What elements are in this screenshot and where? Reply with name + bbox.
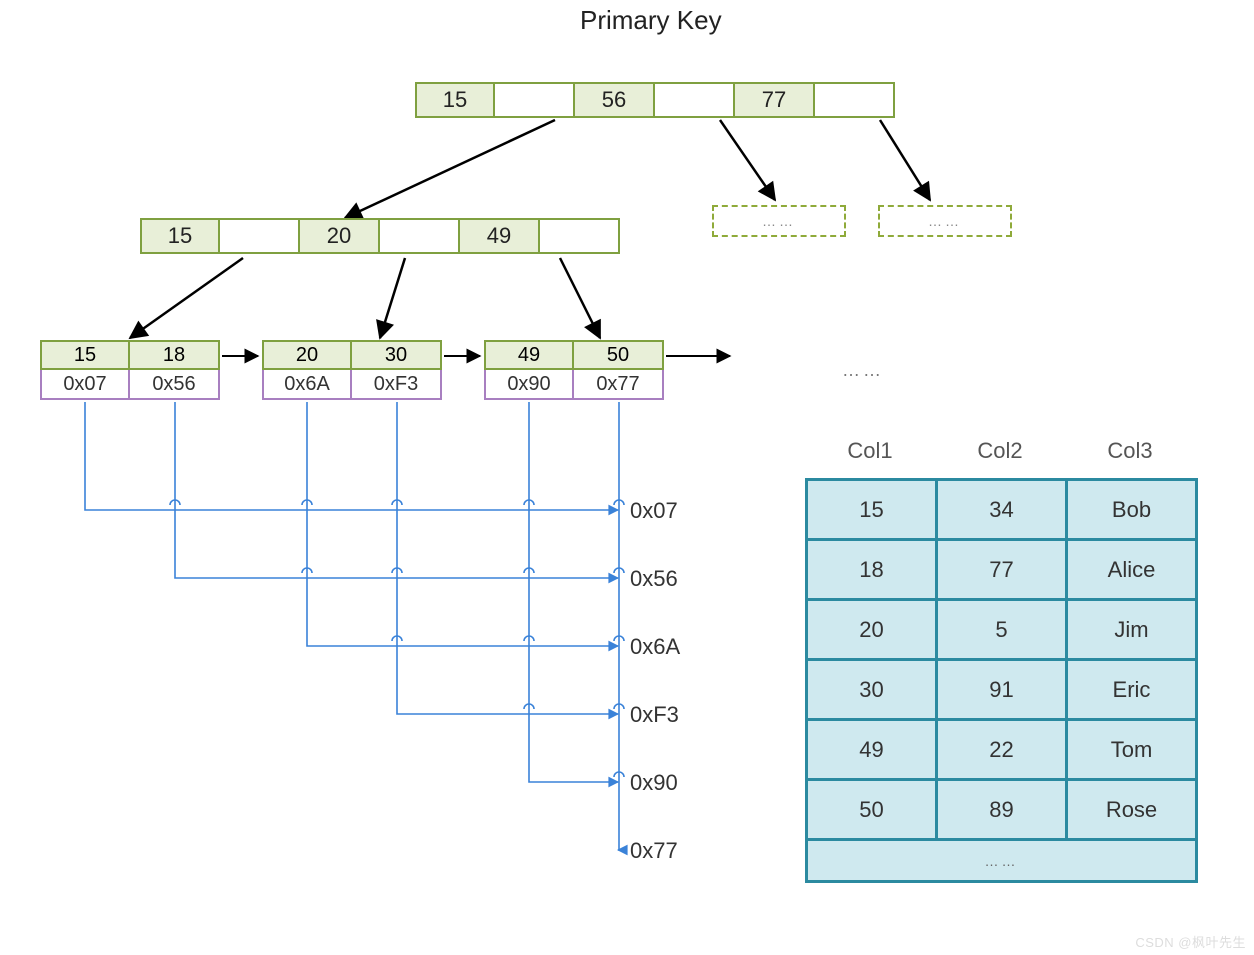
internal-ptr xyxy=(540,218,620,254)
table-cell: Jim xyxy=(1067,600,1197,660)
leaf-ptr: 0x6A xyxy=(262,370,352,400)
table-row: 30 91 Eric xyxy=(807,660,1197,720)
table-cell: 34 xyxy=(937,480,1067,540)
leaf-ptr: 0x77 xyxy=(574,370,664,400)
leaf-key: 30 xyxy=(352,340,442,370)
address-label: 0x90 xyxy=(630,770,678,796)
data-table: 15 34 Bob 18 77 Alice 20 5 Jim 30 91 Eri… xyxy=(805,478,1198,883)
table-cell: 20 xyxy=(807,600,937,660)
table-cell: 30 xyxy=(807,660,937,720)
root-ptr xyxy=(495,82,575,118)
leaf-node: 49 50 0x90 0x77 xyxy=(484,340,664,400)
internal-node: 15 20 49 xyxy=(140,218,620,254)
table-header: Col3 xyxy=(1065,438,1195,464)
table-cell: 15 xyxy=(807,480,937,540)
table-row: 18 77 Alice xyxy=(807,540,1197,600)
diagram-title: Primary Key xyxy=(580,5,722,36)
root-key: 15 xyxy=(415,82,495,118)
address-label: 0x07 xyxy=(630,498,678,524)
table-cell: Bob xyxy=(1067,480,1197,540)
table-row: 50 89 Rose xyxy=(807,780,1197,840)
leaf-key: 49 xyxy=(484,340,574,370)
root-ptr xyxy=(815,82,895,118)
leaf-node: 15 18 0x07 0x56 xyxy=(40,340,220,400)
leaf-ptr: 0x90 xyxy=(484,370,574,400)
watermark: CSDN @枫叶先生 xyxy=(1135,932,1246,951)
table-row: 15 34 Bob xyxy=(807,480,1197,540)
leaf-ptr: 0x07 xyxy=(40,370,130,400)
table-cell: Tom xyxy=(1067,720,1197,780)
internal-ptr xyxy=(220,218,300,254)
root-key: 56 xyxy=(575,82,655,118)
internal-key: 49 xyxy=(460,218,540,254)
internal-ptr xyxy=(380,218,460,254)
table-cell: Eric xyxy=(1067,660,1197,720)
table-cell: 18 xyxy=(807,540,937,600)
leaf-key: 15 xyxy=(40,340,130,370)
table-cell: 22 xyxy=(937,720,1067,780)
internal-key: 20 xyxy=(300,218,380,254)
table-cell: 77 xyxy=(937,540,1067,600)
leaf-ellipsis: …… xyxy=(842,360,884,381)
table-cell: 50 xyxy=(807,780,937,840)
leaf-key: 20 xyxy=(262,340,352,370)
table-cell: 5 xyxy=(937,600,1067,660)
leaf-key: 18 xyxy=(130,340,220,370)
table-header: Col1 xyxy=(805,438,935,464)
internal-key: 15 xyxy=(140,218,220,254)
root-ptr xyxy=(655,82,735,118)
address-label: 0xF3 xyxy=(630,702,679,728)
table-header: Col2 xyxy=(935,438,1065,464)
table-cell: 49 xyxy=(807,720,937,780)
table-row: 20 5 Jim xyxy=(807,600,1197,660)
placeholder-node: …… xyxy=(712,205,846,237)
root-key: 77 xyxy=(735,82,815,118)
leaf-ptr: 0xF3 xyxy=(352,370,442,400)
table-cell: 89 xyxy=(937,780,1067,840)
address-label: 0x77 xyxy=(630,838,678,864)
root-node: 15 56 77 xyxy=(415,82,895,118)
table-row-ellipsis: …… xyxy=(807,840,1197,882)
address-label: 0x56 xyxy=(630,566,678,592)
table-cell: Alice xyxy=(1067,540,1197,600)
table-cell: 91 xyxy=(937,660,1067,720)
table-row: 49 22 Tom xyxy=(807,720,1197,780)
table-cell: Rose xyxy=(1067,780,1197,840)
leaf-ptr: 0x56 xyxy=(130,370,220,400)
address-label: 0x6A xyxy=(630,634,680,660)
leaf-key: 50 xyxy=(574,340,664,370)
placeholder-node: …… xyxy=(878,205,1012,237)
leaf-node: 20 30 0x6A 0xF3 xyxy=(262,340,442,400)
table-ellipsis: …… xyxy=(807,840,1197,882)
